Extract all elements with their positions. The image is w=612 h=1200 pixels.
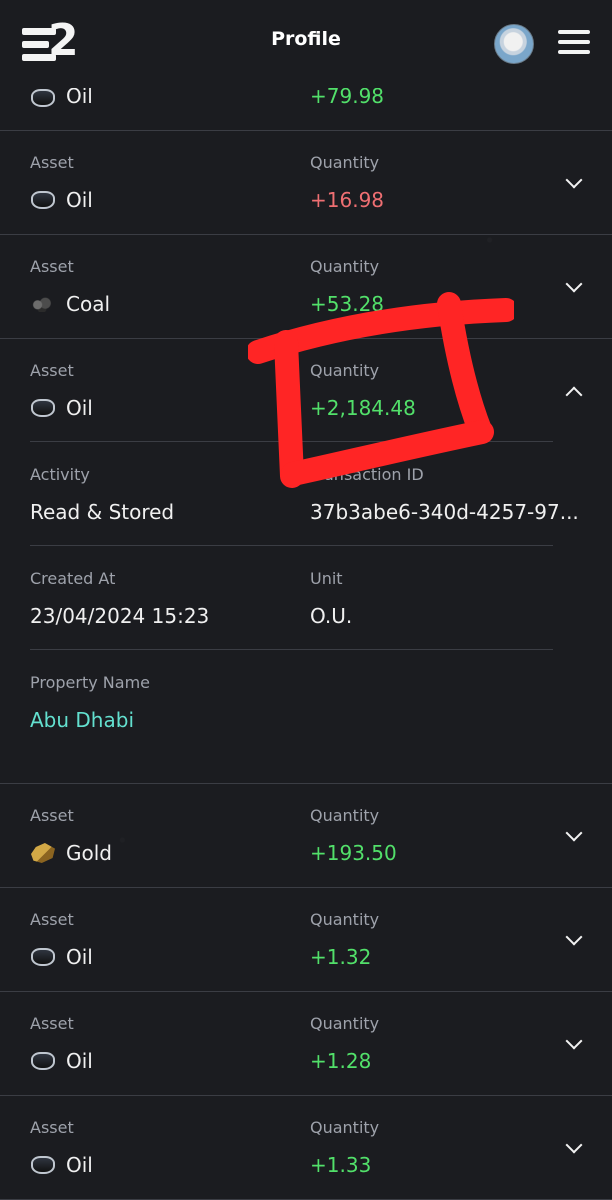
menu-line-icon <box>558 50 590 54</box>
asset-value: Coal <box>66 292 111 316</box>
transaction-id-label: Transaction ID <box>310 465 424 484</box>
asset-value: Oil <box>66 1153 93 1177</box>
asset-value: Oil <box>66 1049 93 1073</box>
profile-screen: 2 Profile Oil +79.98 Asset Quantity Oil … <box>0 0 612 1200</box>
transaction-row[interactable]: Asset Quantity Oil +16.98 <box>0 131 612 235</box>
transaction-row[interactable]: Asset Quantity Oil +1.28 <box>0 992 612 1096</box>
quantity-value: +1.32 <box>310 945 372 969</box>
transaction-row[interactable]: Asset Quantity Oil +1.32 <box>0 888 612 992</box>
expanded-transaction-row[interactable]: Asset Quantity Oil +2,184.48 Activity Tr… <box>0 339 612 784</box>
transaction-row[interactable]: Asset Quantity Gold +193.50 <box>0 784 612 888</box>
menu-line-icon <box>558 30 590 34</box>
oil-icon <box>31 399 55 417</box>
quantity-value: +193.50 <box>310 841 397 865</box>
hamburger-menu-icon[interactable] <box>558 28 590 56</box>
asset-label: Asset <box>30 153 74 172</box>
oil-icon <box>31 191 55 209</box>
chevron-down-icon[interactable] <box>565 1032 583 1050</box>
asset-label: Asset <box>30 910 74 929</box>
oil-icon <box>31 1052 55 1070</box>
quantity-value: +2,184.48 <box>310 396 416 420</box>
asset-label: Asset <box>30 257 74 276</box>
quantity-label: Quantity <box>310 1014 380 1033</box>
quantity-label: Quantity <box>310 1118 380 1137</box>
property-name-value: Abu Dhabi <box>30 708 134 732</box>
created-at-value: 23/04/2024 15:23 <box>30 604 210 628</box>
property-name-label: Property Name <box>30 673 150 692</box>
oil-icon <box>31 89 55 107</box>
oil-icon <box>31 948 55 966</box>
transaction-row[interactable]: Asset Quantity Oil +1.33 <box>0 1096 612 1200</box>
details-divider <box>30 545 553 546</box>
chevron-down-icon[interactable] <box>565 275 583 293</box>
unit-value: O.U. <box>310 604 353 628</box>
gold-icon <box>31 843 55 863</box>
created-at-label: Created At <box>30 569 116 588</box>
asset-value: Gold <box>66 841 112 865</box>
chevron-down-icon[interactable] <box>565 928 583 946</box>
asset-label: Asset <box>30 361 74 380</box>
chevron-down-icon[interactable] <box>565 824 583 842</box>
quantity-label: Quantity <box>310 153 380 172</box>
asset-label: Asset <box>30 806 74 825</box>
quantity-label: Quantity <box>310 910 380 929</box>
transaction-id-value: 37b3abe6-340d-4257-97... <box>310 500 579 524</box>
details-divider <box>30 441 553 442</box>
details-divider <box>30 649 553 650</box>
quantity-label: Quantity <box>310 806 380 825</box>
asset-value: Oil <box>66 945 93 969</box>
quantity-value: +53.28 <box>310 292 385 316</box>
unit-label: Unit <box>310 569 343 588</box>
quantity-label: Quantity <box>310 361 380 380</box>
chevron-down-icon[interactable] <box>565 1136 583 1154</box>
menu-line-icon <box>558 40 590 44</box>
app-header: 2 Profile <box>0 0 612 88</box>
transaction-row[interactable]: Asset Quantity Coal +53.28 <box>0 235 612 339</box>
quantity-label: Quantity <box>310 257 380 276</box>
activity-value: Read & Stored <box>30 500 175 524</box>
oil-icon <box>31 1156 55 1174</box>
quantity-value: +1.28 <box>310 1049 372 1073</box>
profile-avatar[interactable] <box>494 24 534 64</box>
coal-icon <box>31 296 53 312</box>
chevron-up-icon[interactable] <box>565 386 583 404</box>
asset-value: Oil <box>66 396 93 420</box>
chevron-down-icon[interactable] <box>565 171 583 189</box>
activity-label: Activity <box>30 465 90 484</box>
asset-value: Oil <box>66 188 93 212</box>
quantity-value: +16.98 <box>310 188 385 212</box>
asset-label: Asset <box>30 1118 74 1137</box>
asset-label: Asset <box>30 1014 74 1033</box>
quantity-value: +1.33 <box>310 1153 372 1177</box>
